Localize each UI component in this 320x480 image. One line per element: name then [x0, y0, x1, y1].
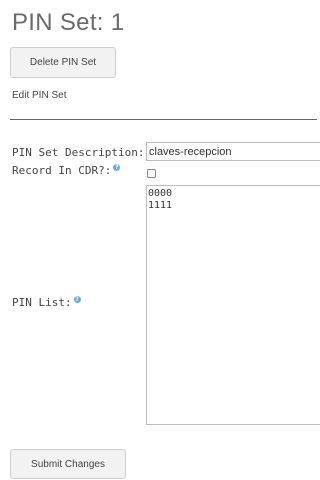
pin-list-label-text: PIN List: — [12, 296, 72, 309]
record-in-cdr-label: Record In CDR?:? — [12, 164, 121, 177]
pin-list-label: PIN List:? — [12, 296, 81, 309]
record-in-cdr-checkbox[interactable] — [147, 169, 156, 178]
record-in-cdr-label-text: Record In CDR?: — [12, 164, 112, 177]
pin-set-description-input[interactable] — [146, 142, 320, 161]
section-divider — [10, 119, 317, 120]
pin-set-description-label-text: PIN Set Description: — [12, 146, 145, 159]
submit-changes-button[interactable]: Submit Changes — [10, 449, 126, 479]
help-icon[interactable]: ? — [73, 296, 81, 304]
help-icon[interactable]: ? — [113, 164, 121, 172]
delete-pin-set-button[interactable]: Delete PIN Set — [10, 47, 116, 78]
pin-set-description-label: PIN Set Description: — [12, 146, 144, 159]
edit-pin-set-link[interactable]: Edit PIN Set — [12, 90, 66, 101]
page-title: PIN Set: 1 — [12, 9, 125, 36]
pin-list-textarea[interactable]: 0000 1111 — [146, 185, 320, 425]
